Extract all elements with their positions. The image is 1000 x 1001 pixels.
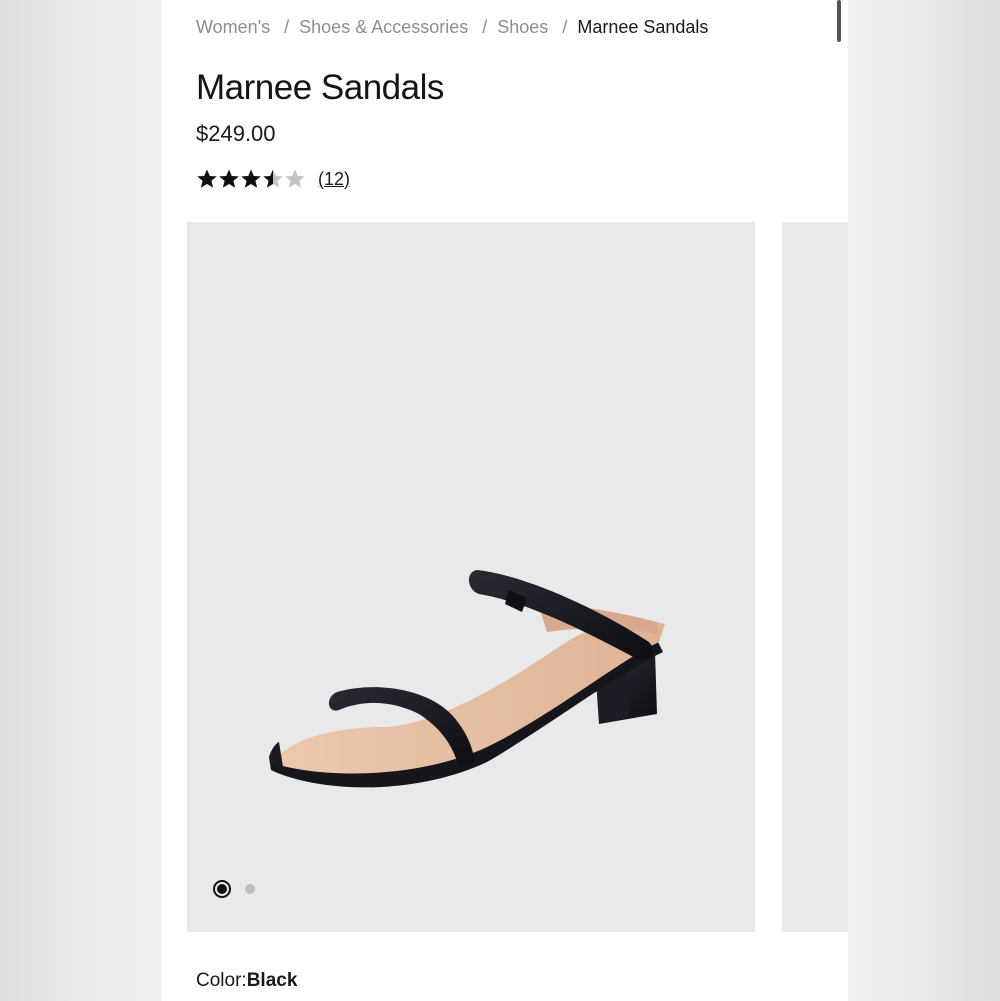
breadcrumb: Women's / Shoes & Accessories / Shoes / … — [196, 17, 708, 38]
star-rating — [196, 168, 306, 190]
background-blur-right — [848, 0, 1000, 1001]
star-icon — [241, 169, 261, 188]
breadcrumb-link-shoes[interactable]: Shoes — [497, 17, 548, 38]
product-image-next-peek[interactable] — [782, 222, 848, 932]
half-star-icon — [263, 169, 283, 188]
scroll-indicator[interactable] — [837, 0, 841, 42]
breadcrumb-link-womens[interactable]: Women's — [196, 17, 270, 38]
gallery-dot[interactable] — [245, 884, 255, 894]
product-rating: (12) — [196, 168, 350, 190]
star-icon — [219, 169, 239, 188]
review-count-link[interactable]: (12) — [318, 169, 350, 190]
color-selector-label: Color:Black — [196, 970, 297, 992]
breadcrumb-separator: / — [284, 17, 290, 37]
breadcrumb-current: Marnee Sandals — [577, 17, 709, 37]
product-page: Women's / Shoes & Accessories / Shoes / … — [162, 0, 848, 1001]
product-price: $249.00 — [196, 121, 276, 146]
color-label: Color: — [196, 970, 247, 991]
breadcrumb-link-shoes-accessories[interactable]: Shoes & Accessories — [299, 17, 468, 38]
background-blur-left — [0, 0, 162, 1001]
star-icon — [285, 169, 305, 188]
breadcrumb-separator: / — [482, 17, 488, 37]
product-image-sandal — [269, 570, 665, 788]
color-value: Black — [246, 970, 298, 991]
gallery-dot-active[interactable] — [213, 880, 231, 898]
star-icon — [197, 169, 217, 188]
product-image-gallery[interactable] — [187, 222, 755, 932]
product-title: Marnee Sandals — [196, 68, 444, 107]
gallery-pagination — [213, 880, 255, 898]
breadcrumb-separator: / — [562, 17, 568, 37]
